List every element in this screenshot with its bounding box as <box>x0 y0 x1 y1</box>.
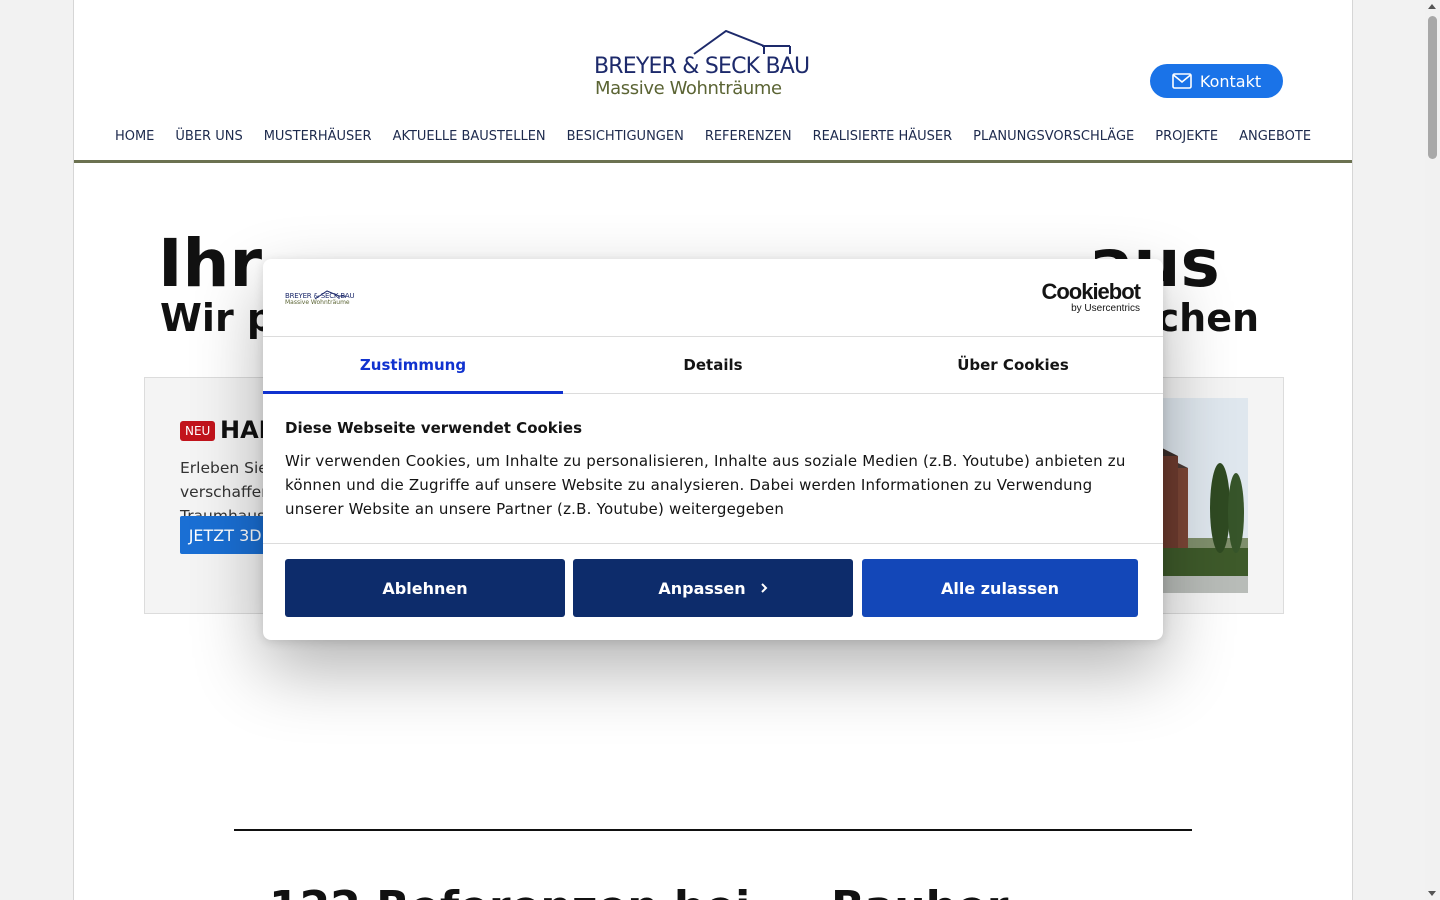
dialog-tabs: Zustimmung Details Über Cookies <box>263 337 1163 394</box>
dialog-text: Wir verwenden Cookies, um Inhalte zu per… <box>285 452 1126 518</box>
section-divider <box>234 829 1192 831</box>
tab-details[interactable]: Details <box>563 337 863 393</box>
contact-label: Kontakt <box>1199 71 1262 91</box>
customize-button[interactable]: Anpassen <box>573 559 853 617</box>
scroll-up-arrow-icon[interactable] <box>1428 4 1436 9</box>
dialog-heading: Diese Webseite verwendet Cookies <box>285 419 583 437</box>
scrollbar-thumb[interactable] <box>1428 16 1437 159</box>
cookiebot-logo[interactable]: Cookiebot by Usercentrics <box>1041 279 1141 315</box>
nav-item-aktuelle-baustellen[interactable]: AKTUELLE BAUSTELLEN <box>382 129 556 144</box>
cookiebot-name: Cookiebot <box>1041 279 1141 304</box>
cookie-consent-dialog: BREYER & SECK BAU Massive Wohnträume Coo… <box>263 259 1163 640</box>
contact-button[interactable]: Kontakt <box>1150 64 1283 98</box>
dialog-site-logo: BREYER & SECK BAU Massive Wohnträume <box>285 285 355 307</box>
envelope-icon <box>1172 73 1192 89</box>
dialog-body: Diese Webseite verwendet Cookies Wir ver… <box>285 419 1145 521</box>
nav-item-home[interactable]: HOME <box>104 129 164 144</box>
cookiebot-by: by Usercentrics <box>1071 303 1140 314</box>
tab-ueber-cookies[interactable]: Über Cookies <box>863 337 1163 393</box>
nav-item-musterhaeuser[interactable]: MUSTERHÄUSER <box>253 129 382 144</box>
dialog-footer: Ablehnen Anpassen Alle zulassen <box>263 543 1163 640</box>
hero-title: Ihr <box>158 225 263 302</box>
allow-all-button[interactable]: Alle zulassen <box>862 559 1138 617</box>
site-logo[interactable]: BREYER & SECK BAU Massive Wohnträume <box>594 30 810 100</box>
nav-item-projekte[interactable]: PROJEKTE <box>1145 129 1229 144</box>
logo-name: BREYER & SECK BAU <box>594 54 810 79</box>
chevron-right-icon <box>760 583 768 593</box>
nav-item-besichtigungen[interactable]: BESICHTIGUNGEN <box>556 129 694 144</box>
dialog-logo-tagline: Massive Wohnträume <box>285 299 350 306</box>
tab-zustimmung[interactable]: Zustimmung <box>263 337 563 394</box>
logo-tagline: Massive Wohnträume <box>595 78 782 99</box>
section-heading: 122 Referenzen bei ... Bauher <box>269 882 1008 900</box>
decline-label: Ablehnen <box>382 578 468 598</box>
dialog-header: BREYER & SECK BAU Massive Wohnträume Coo… <box>263 259 1163 337</box>
scroll-down-arrow-icon[interactable] <box>1428 891 1436 896</box>
allow-all-label: Alle zulassen <box>940 578 1060 598</box>
nav-item-angebote[interactable]: ANGEBOTE <box>1229 129 1322 144</box>
page-scrollbar[interactable] <box>1425 0 1440 900</box>
site-header: BREYER & SECK BAU Massive Wohnträume Kon… <box>74 0 1352 163</box>
nav-item-planungsvorschlaege[interactable]: PLANUNGSVORSCHLÄGE <box>963 129 1145 144</box>
nav-item-ueber-uns[interactable]: ÜBER UNS <box>165 129 253 144</box>
customize-label: Anpassen <box>658 578 746 598</box>
decline-button[interactable]: Ablehnen <box>285 559 565 617</box>
main-nav: HOME ÜBER UNS MUSTERHÄUSER AKTUELLE BAUS… <box>74 129 1352 144</box>
new-badge: NEU <box>180 421 216 441</box>
nav-item-realisierte-haeuser[interactable]: REALISIERTE HÄUSER <box>802 129 963 144</box>
nav-item-referenzen[interactable]: REFERENZEN <box>694 129 802 144</box>
